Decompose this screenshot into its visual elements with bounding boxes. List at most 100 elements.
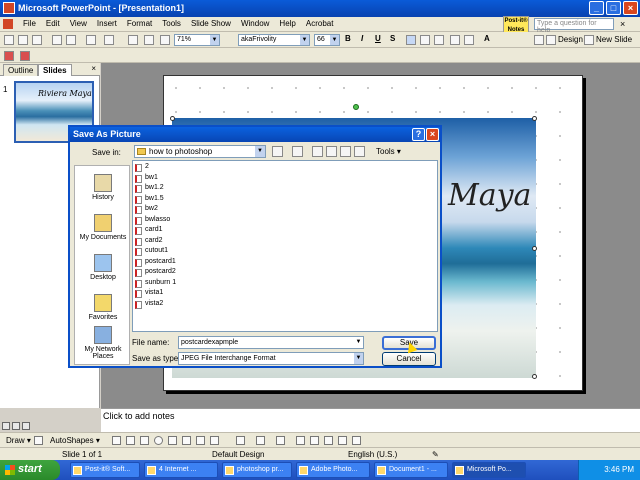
rotation-handle[interactable]	[353, 104, 359, 110]
chevron-down-icon[interactable]: ▼	[255, 146, 265, 157]
file-item[interactable]: card1	[135, 226, 163, 236]
selection-handle[interactable]	[532, 116, 537, 121]
dialog-close-button[interactable]: ×	[426, 128, 439, 141]
menu-view[interactable]: View	[65, 19, 92, 28]
zoom-combo[interactable]: 71% ▼	[174, 34, 220, 46]
spelling-icon[interactable]	[66, 35, 76, 45]
menu-format[interactable]: Format	[122, 19, 157, 28]
notes-pane[interactable]: Click to add notes	[101, 408, 640, 432]
line-icon[interactable]	[112, 436, 121, 445]
print-icon[interactable]	[52, 35, 62, 45]
place-my-documents[interactable]: My Documents	[75, 214, 131, 241]
shadow-button[interactable]: S	[390, 34, 395, 43]
chevron-down-icon[interactable]: ▼	[300, 35, 309, 45]
bullets-icon[interactable]	[464, 35, 474, 45]
file-name-input[interactable]: postcardexapmple ▼	[178, 336, 364, 349]
menu-acrobat[interactable]: Acrobat	[301, 19, 339, 28]
tab-slides[interactable]: Slides	[38, 64, 72, 76]
place-desktop[interactable]: Desktop	[75, 254, 131, 281]
tab-outline[interactable]: Outline	[3, 64, 39, 76]
font-size-grow-icon[interactable]: A	[484, 34, 490, 43]
chevron-down-icon[interactable]: ▼	[354, 337, 363, 348]
taskbar-item[interactable]: photoshop pr...	[222, 462, 292, 478]
chart-icon[interactable]	[128, 35, 138, 45]
dialog-help-button[interactable]: ?	[412, 128, 425, 141]
views-icon[interactable]	[354, 146, 365, 157]
new-folder-icon[interactable]	[340, 146, 351, 157]
font-color-draw-icon[interactable]	[276, 436, 285, 445]
taskbar-item[interactable]: Post-it® Soft...	[70, 462, 140, 478]
3d-style-icon[interactable]	[352, 436, 361, 445]
selection-handle[interactable]	[532, 246, 537, 251]
open-icon[interactable]	[18, 35, 28, 45]
pdf-icon[interactable]	[4, 51, 14, 61]
shadow-style-icon[interactable]	[338, 436, 347, 445]
align-left-icon[interactable]	[406, 35, 416, 45]
place-history[interactable]: History	[75, 174, 131, 201]
normal-view-icon[interactable]	[2, 422, 10, 430]
menu-tools[interactable]: Tools	[157, 19, 186, 28]
chevron-down-icon[interactable]: ▼	[330, 35, 339, 45]
undo-icon[interactable]	[104, 35, 114, 45]
save-icon[interactable]	[32, 35, 42, 45]
menu-slide-show[interactable]: Slide Show	[186, 19, 236, 28]
file-item[interactable]: vista2	[135, 300, 163, 310]
file-item[interactable]: postcard1	[135, 258, 176, 268]
clipart-icon[interactable]	[210, 436, 219, 445]
wordart-icon[interactable]	[182, 436, 191, 445]
file-item[interactable]: vista1	[135, 289, 163, 299]
align-center-icon[interactable]	[420, 35, 430, 45]
slide-title-text[interactable]: Maya	[448, 178, 531, 213]
taskbar-item[interactable]: Microsoft Po...	[452, 462, 526, 478]
file-item[interactable]: bwlasso	[135, 216, 170, 226]
design-icon[interactable]	[546, 35, 556, 45]
taskbar-item[interactable]: 4 Internet ...	[144, 462, 218, 478]
select-pointer-icon[interactable]	[34, 436, 43, 445]
up-folder-icon[interactable]	[292, 146, 303, 157]
grid-icon[interactable]	[160, 35, 170, 45]
align-right-icon[interactable]	[434, 35, 444, 45]
file-item[interactable]: cutout1	[135, 247, 168, 257]
chevron-down-icon[interactable]: ▼	[354, 353, 363, 364]
rectangle-icon[interactable]	[140, 436, 149, 445]
line-color-icon[interactable]	[256, 436, 265, 445]
file-item[interactable]: bw1	[135, 174, 158, 184]
dash-style-icon[interactable]	[310, 436, 319, 445]
arrow-icon[interactable]	[126, 436, 135, 445]
draw-menu[interactable]: Draw ▾	[6, 436, 31, 445]
pdf-options-icon[interactable]	[20, 51, 30, 61]
new-icon[interactable]	[4, 35, 14, 45]
oval-icon[interactable]	[154, 436, 163, 445]
diagram-icon[interactable]	[196, 436, 205, 445]
file-item[interactable]: bw1.5	[135, 195, 164, 205]
font-size-combo[interactable]: 66 ▼	[314, 34, 340, 46]
menu-help[interactable]: Help	[274, 19, 300, 28]
selection-handle[interactable]	[170, 116, 175, 121]
place-network[interactable]: My Network Places	[75, 326, 131, 360]
search-web-icon[interactable]	[312, 146, 323, 157]
arrow-style-icon[interactable]	[324, 436, 333, 445]
document-icon[interactable]	[3, 19, 13, 29]
taskbar-item[interactable]: Adobe Photo...	[296, 462, 370, 478]
document-close-icon[interactable]: ×	[620, 19, 625, 29]
help-search-input[interactable]: Type a question for help	[534, 18, 614, 34]
file-item[interactable]: 2	[135, 163, 149, 173]
chevron-down-icon[interactable]: ▼	[210, 35, 219, 45]
close-button[interactable]: ×	[623, 1, 638, 15]
menu-insert[interactable]: Insert	[92, 19, 122, 28]
save-as-type-dropdown[interactable]: JPEG File Interchange Format ▼	[178, 352, 364, 365]
design-button[interactable]: Design	[558, 35, 583, 44]
fill-color-icon[interactable]	[236, 436, 245, 445]
start-button[interactable]: start	[0, 460, 60, 480]
underline-button[interactable]: U	[375, 34, 381, 43]
tools-menu[interactable]: Tools ▾	[376, 147, 401, 156]
selection-handle[interactable]	[532, 374, 537, 379]
autoshapes-menu[interactable]: AutoShapes ▾	[50, 436, 100, 445]
cancel-button[interactable]: Cancel	[382, 352, 436, 366]
file-item[interactable]: postcard2	[135, 268, 176, 278]
paste-icon[interactable]	[86, 35, 96, 45]
place-favorites[interactable]: Favorites	[75, 294, 131, 321]
save-in-dropdown[interactable]: how to photoshop ▼	[134, 145, 266, 158]
back-icon[interactable]	[272, 146, 283, 157]
font-color-icon[interactable]	[534, 35, 544, 45]
